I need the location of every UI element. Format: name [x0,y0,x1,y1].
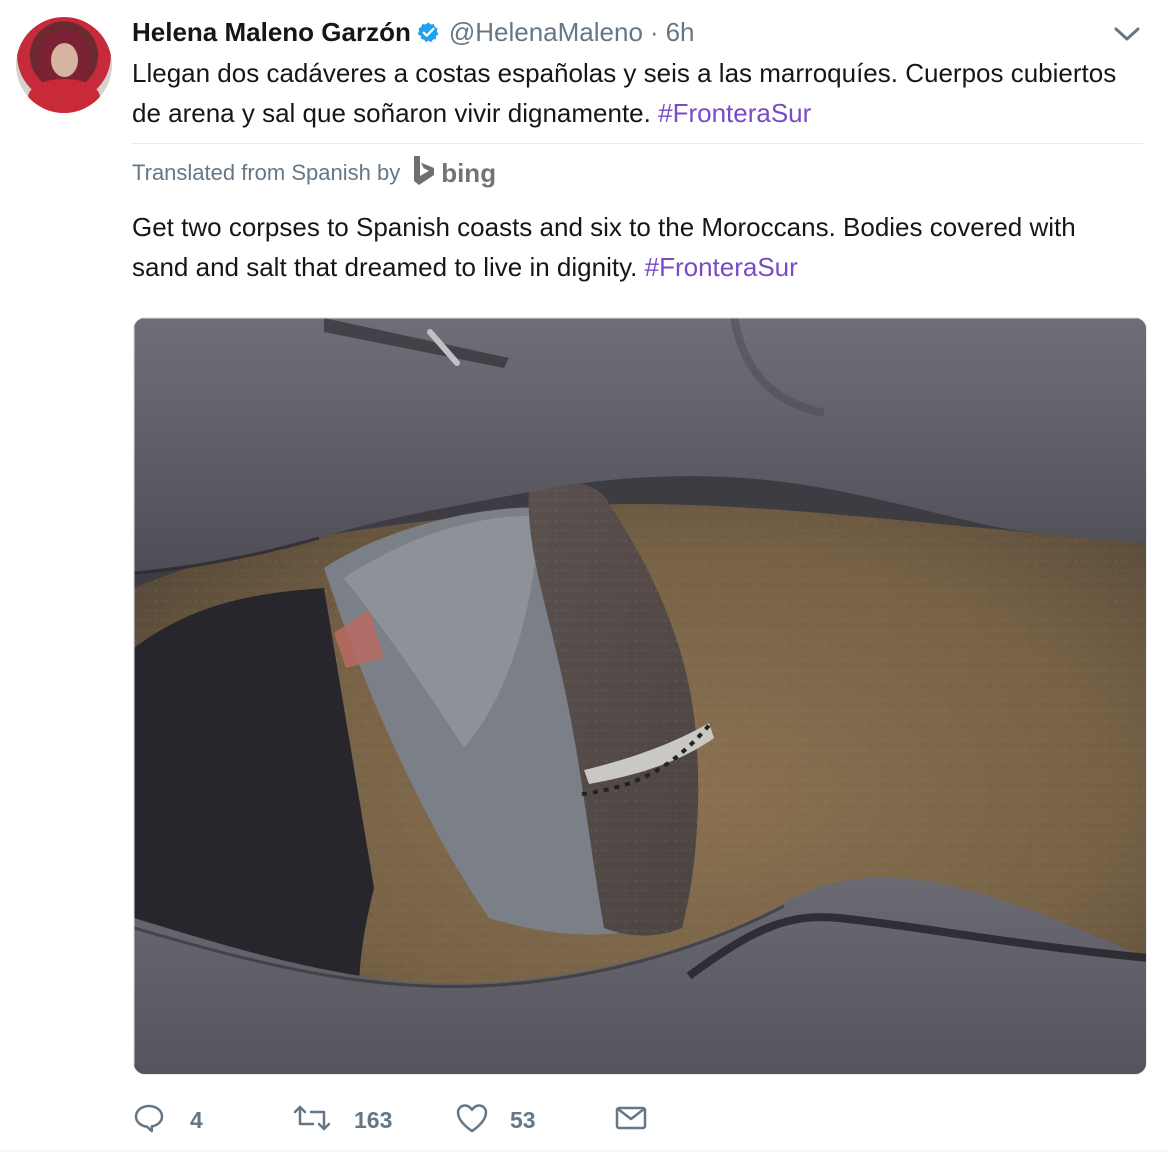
like-count: 53 [510,1106,536,1133]
reply-button[interactable]: 4 [132,1096,203,1144]
reply-icon [132,1101,166,1140]
translation-divider [132,143,1143,144]
mail-icon [613,1101,649,1140]
translated-tweet-text: Get two corpses to Spanish coasts and si… [132,207,1132,287]
tweet-actions: 4 163 53 [132,1096,662,1144]
message-button[interactable] [613,1096,649,1144]
display-name[interactable]: Helena Maleno Garzón [132,17,411,48]
original-tweet-text: Llegan dos cadáveres a costas españolas … [132,53,1132,133]
retweet-button[interactable]: 163 [292,1096,392,1144]
translated-text-body: Get two corpses to Spanish coasts and si… [132,212,1076,282]
heart-icon [454,1101,490,1140]
original-text-body: Llegan dos cadáveres a costas españolas … [132,58,1117,128]
tweet-card: Helena Maleno Garzón @HelenaMaleno · 6h … [0,0,1168,1152]
avatar-scarf [28,79,100,113]
avatar[interactable] [16,17,112,113]
bing-logo: bing [410,155,496,192]
retweet-count: 163 [354,1106,393,1133]
like-button[interactable]: 53 [454,1096,536,1144]
tweet-photo[interactable] [133,317,1147,1075]
translation-label: Translated from Spanish by [132,160,401,185]
reply-count: 4 [190,1106,203,1133]
translated-hashtag-link[interactable]: #FronteraSur [645,252,798,282]
retweet-icon [292,1101,332,1140]
original-hashtag-link[interactable]: #FronteraSur [658,98,811,128]
translation-attribution: Translated from Spanish by bing [132,153,496,193]
bing-provider-name: bing [441,157,497,188]
photo-illustration [134,318,1146,1074]
bing-icon [410,155,436,192]
user-handle[interactable]: @HelenaMaleno [449,17,643,48]
avatar-face [51,43,78,77]
tweet-time[interactable]: 6h [666,17,695,48]
separator-dot: · [649,16,659,47]
tweet-header: Helena Maleno Garzón @HelenaMaleno · 6h [132,14,695,50]
verified-icon [417,21,440,44]
chevron-down-icon[interactable] [1113,20,1141,48]
